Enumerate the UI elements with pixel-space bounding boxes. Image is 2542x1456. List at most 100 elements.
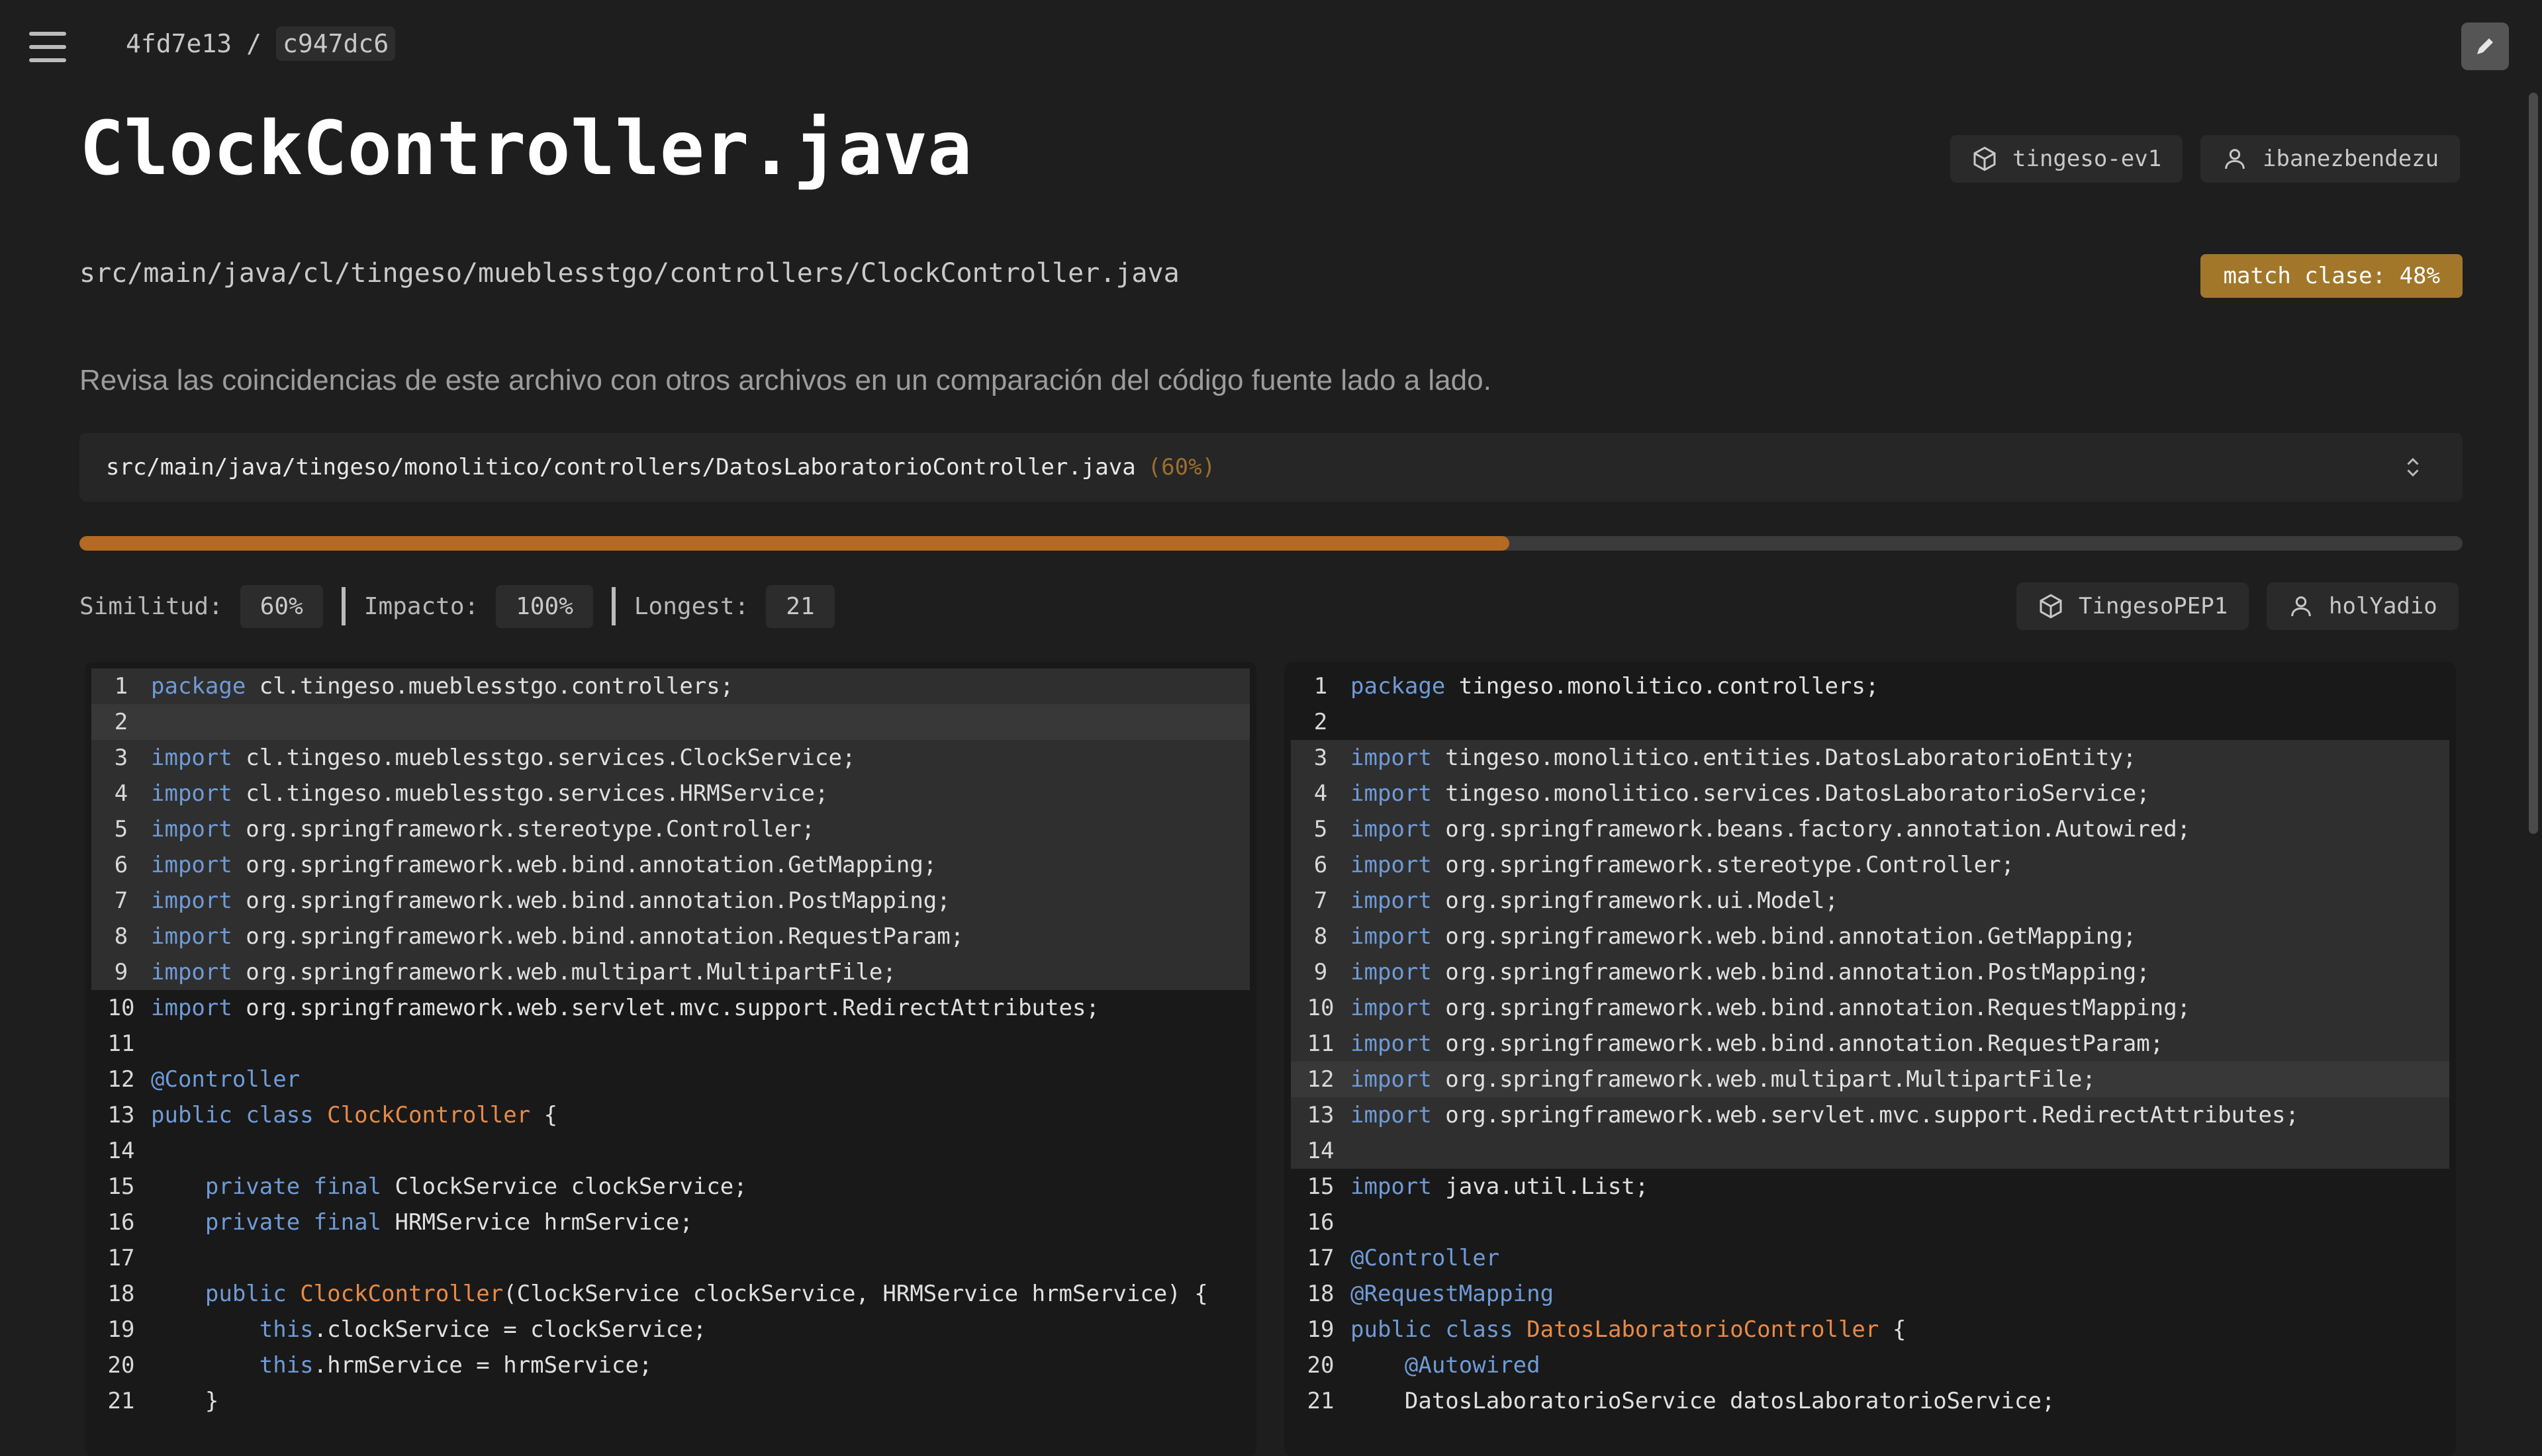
code-text: import org.springframework.beans.factory… bbox=[1350, 816, 2191, 842]
line-number: 6 bbox=[1313, 852, 1328, 878]
code-text: public ClockController(ClockService cloc… bbox=[205, 1281, 1208, 1307]
longest-value: 21 bbox=[766, 584, 835, 628]
code-text: public class ClockController { bbox=[151, 1102, 558, 1128]
page-scrollbar[interactable] bbox=[2529, 93, 2538, 834]
menu-icon[interactable] bbox=[29, 32, 66, 62]
code-line: 7 import org.springframework.web.bind.ann… bbox=[91, 883, 1250, 919]
compare-file-name: src/main/java/tingeso/monolitico/control… bbox=[106, 454, 1136, 480]
code-line: 19 public class DatosLaboratorioControlle… bbox=[1291, 1312, 2449, 1347]
code-line: 19 this.clockService = clockService; bbox=[91, 1312, 1250, 1347]
line-number: 12 bbox=[107, 1066, 135, 1093]
code-line: 10 import org.springframework.web.bind.an… bbox=[1291, 990, 2449, 1026]
breadcrumb-commit-a[interactable]: 4fd7e13 bbox=[126, 29, 232, 58]
user-name: ibanezbendezu bbox=[2263, 146, 2439, 172]
repo-name: tingeso-ev1 bbox=[2012, 146, 2162, 172]
code-line: 16 bbox=[1291, 1205, 2449, 1240]
code-line: 7 import org.springframework.ui.Model; bbox=[1291, 883, 2449, 919]
line-number: 1 bbox=[114, 673, 128, 700]
line-number: 7 bbox=[1313, 887, 1328, 914]
right-code: 1 package tingeso.monolitico.controllers;… bbox=[1291, 668, 2449, 1419]
line-number: 3 bbox=[1313, 745, 1328, 771]
line-number: 2 bbox=[1313, 709, 1328, 735]
code-text: import org.springframework.web.bind.anno… bbox=[151, 923, 965, 950]
right-code-panel: 1 package tingeso.monolitico.controllers;… bbox=[1284, 662, 2456, 1456]
line-number: 21 bbox=[1307, 1388, 1335, 1414]
line-number: 8 bbox=[114, 923, 128, 950]
code-line: 20 this.hrmService = hrmService; bbox=[91, 1347, 1250, 1383]
line-number: 20 bbox=[107, 1352, 135, 1379]
code-text: import org.springframework.web.bind.anno… bbox=[1350, 923, 2137, 950]
repo-badge[interactable]: tingeso-ev1 bbox=[1950, 135, 2183, 183]
line-number: 16 bbox=[107, 1209, 135, 1236]
code-line: 12 @Controller bbox=[91, 1062, 1250, 1097]
code-text: import org.springframework.ui.Model; bbox=[1350, 887, 1838, 914]
impacto-value: 100% bbox=[496, 584, 593, 628]
compare-file-select[interactable]: src/main/java/tingeso/monolitico/control… bbox=[79, 433, 2463, 502]
code-text: @Controller bbox=[151, 1066, 301, 1093]
line-number: 13 bbox=[107, 1102, 135, 1128]
code-line: 6 import org.springframework.stereotype.C… bbox=[1291, 847, 2449, 883]
left-code-panel: 1 package cl.tingeso.mueblesstgo.controll… bbox=[85, 662, 1256, 1456]
line-number: 7 bbox=[114, 887, 128, 914]
code-line: 4 import tingeso.monolitico.services.Dato… bbox=[1291, 776, 2449, 811]
code-line: 1 package tingeso.monolitico.controllers; bbox=[1291, 668, 2449, 704]
code-text: import org.springframework.web.bind.anno… bbox=[1350, 995, 2191, 1021]
left-code: 1 package cl.tingeso.mueblesstgo.controll… bbox=[91, 668, 1250, 1419]
code-text: import org.springframework.web.servlet.m… bbox=[1350, 1102, 2299, 1128]
line-number: 1 bbox=[1313, 673, 1328, 700]
pencil-icon bbox=[2477, 38, 2493, 54]
line-number: 9 bbox=[1313, 959, 1328, 985]
line-number: 2 bbox=[114, 709, 128, 735]
code-text: import tingeso.monolitico.entities.Datos… bbox=[1350, 745, 2137, 771]
line-number: 18 bbox=[1307, 1281, 1335, 1307]
other-repo-badge[interactable]: TingesoPEP1 bbox=[2016, 582, 2249, 630]
divider bbox=[341, 587, 346, 625]
line-number: 5 bbox=[114, 816, 128, 842]
code-text: DatosLaboratorioService datosLaboratorio… bbox=[1350, 1388, 2055, 1414]
code-text: @RequestMapping bbox=[1350, 1281, 1554, 1307]
code-line: 10 import org.springframework.web.servlet… bbox=[91, 990, 1250, 1026]
edit-button[interactable] bbox=[2461, 23, 2509, 70]
line-number: 3 bbox=[114, 745, 128, 771]
description: Revisa las coincidencias de este archivo… bbox=[79, 364, 1491, 396]
code-text: package tingeso.monolitico.controllers; bbox=[1350, 673, 1879, 700]
code-text: public class DatosLaboratorioController … bbox=[1350, 1316, 1906, 1343]
code-text: import tingeso.monolitico.services.Datos… bbox=[1350, 780, 2150, 807]
line-number: 16 bbox=[1307, 1209, 1335, 1236]
breadcrumb-commit-b[interactable]: c947dc6 bbox=[276, 26, 396, 61]
line-number: 14 bbox=[107, 1138, 135, 1164]
code-line: 9 import org.springframework.web.bind.ann… bbox=[1291, 954, 2449, 990]
code-text: import cl.tingeso.mueblesstgo.services.C… bbox=[151, 745, 856, 771]
code-line: 17 bbox=[91, 1240, 1250, 1276]
longest-label: Longest: bbox=[634, 592, 749, 620]
code-line: 9 import org.springframework.web.multipar… bbox=[91, 954, 1250, 990]
code-text: this.clockService = clockService; bbox=[259, 1316, 707, 1343]
line-number: 17 bbox=[1307, 1245, 1335, 1271]
other-user-name: holYadio bbox=[2329, 593, 2437, 619]
line-number: 10 bbox=[107, 995, 135, 1021]
line-number: 15 bbox=[1307, 1173, 1335, 1200]
cube-icon bbox=[1973, 146, 1996, 171]
line-number: 13 bbox=[1307, 1102, 1335, 1128]
code-line: 18 public ClockController(ClockService c… bbox=[91, 1276, 1250, 1312]
code-text: import cl.tingeso.mueblesstgo.services.H… bbox=[151, 780, 829, 807]
code-line: 15 import java.util.List; bbox=[1291, 1169, 2449, 1205]
line-number: 11 bbox=[107, 1030, 135, 1057]
code-line: 5 import org.springframework.beans.factor… bbox=[1291, 811, 2449, 847]
line-number: 12 bbox=[1307, 1066, 1335, 1093]
user-icon bbox=[2291, 596, 2311, 617]
code-text: private final ClockService clockService; bbox=[205, 1173, 747, 1200]
code-line: 5 import org.springframework.stereotype.C… bbox=[91, 811, 1250, 847]
similitud-label: Similitud: bbox=[79, 592, 223, 620]
other-repo-name: TingesoPEP1 bbox=[2079, 593, 2228, 619]
line-number: 18 bbox=[107, 1281, 135, 1307]
other-user-badge[interactable]: holYadio bbox=[2267, 582, 2459, 630]
code-text: import org.springframework.web.bind.anno… bbox=[151, 852, 937, 878]
code-line: 15 private final ClockService clockServi… bbox=[91, 1169, 1250, 1205]
code-text: import org.springframework.web.bind.anno… bbox=[1350, 1030, 2164, 1057]
line-number: 20 bbox=[1307, 1352, 1335, 1379]
line-number: 14 bbox=[1307, 1138, 1335, 1164]
breadcrumb-separator: / bbox=[246, 29, 262, 58]
user-badge[interactable]: ibanezbendezu bbox=[2200, 135, 2461, 183]
line-number: 4 bbox=[114, 780, 128, 807]
